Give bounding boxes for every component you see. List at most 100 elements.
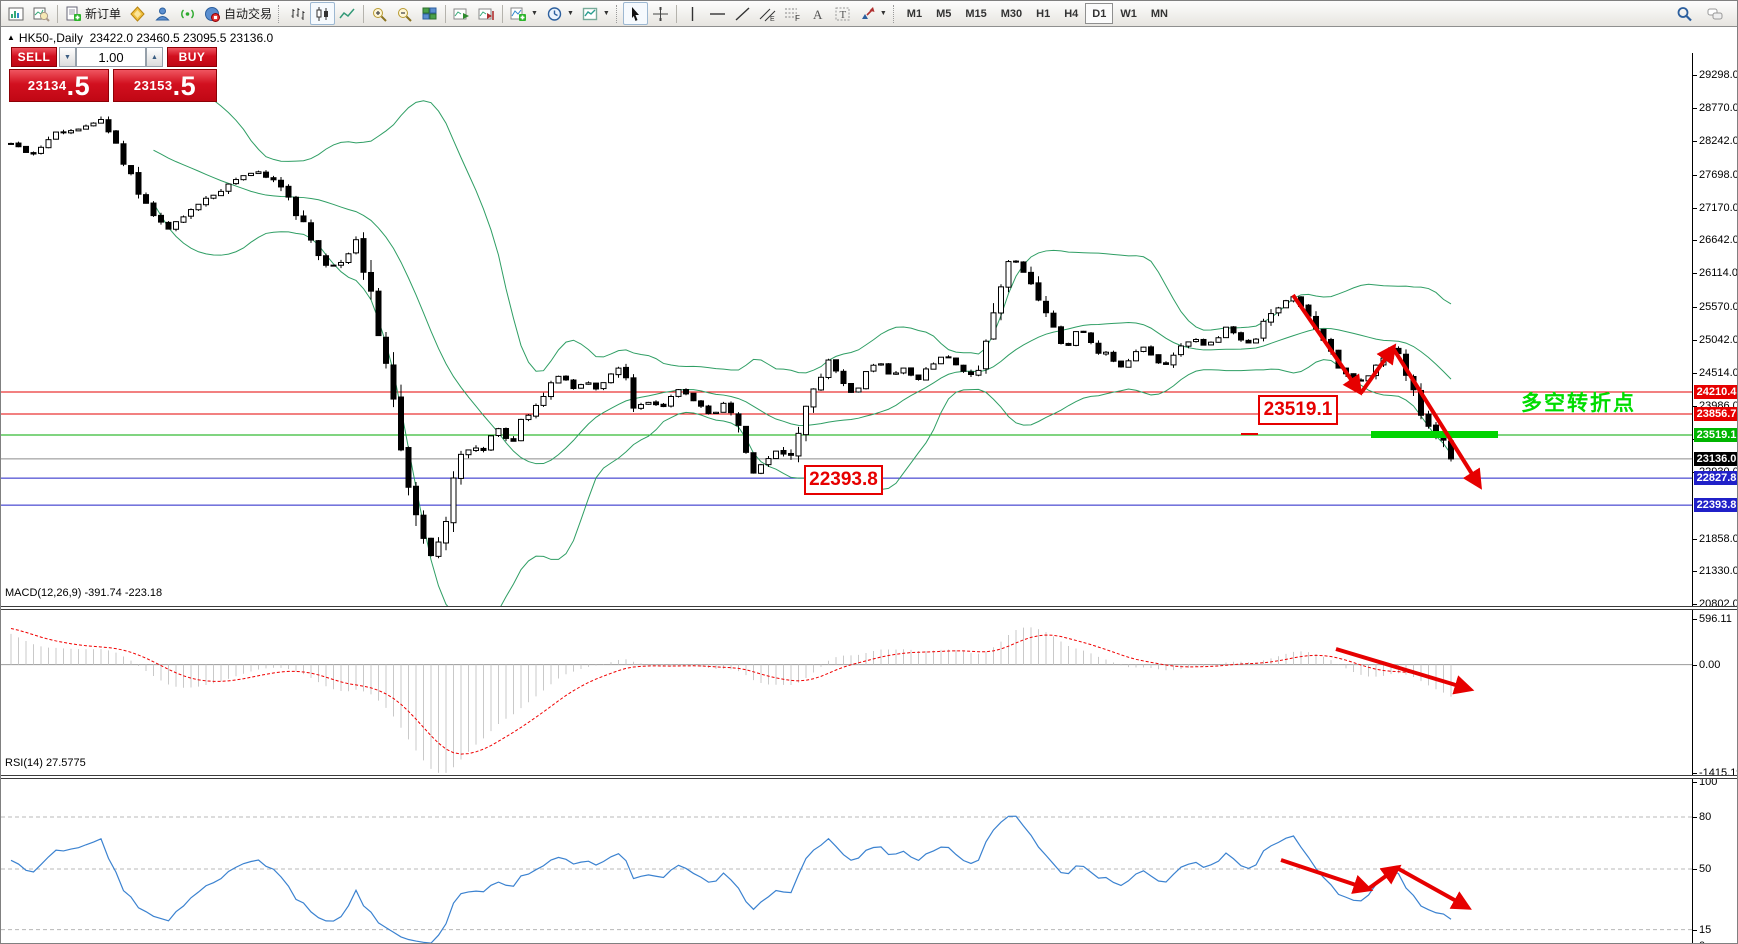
red-trend-arrows[interactable] — [1335, 647, 1475, 695]
tile-windows-button[interactable] — [417, 2, 442, 25]
price-axis-label: 24514.0 — [1699, 367, 1738, 380]
crosshair-button[interactable] — [648, 2, 673, 25]
price-axis-label: 26114.0 — [1699, 267, 1738, 280]
vline-icon — [684, 6, 701, 22]
rsi-pane[interactable] — [1, 779, 1692, 944]
buy-price-int: 23153 — [133, 78, 173, 93]
line-chart-mode-button[interactable] — [335, 2, 360, 25]
price-level-label-22393[interactable]: 22393.8 — [804, 465, 883, 495]
main-chart-pane[interactable] — [1, 53, 1692, 607]
hline-icon — [709, 6, 726, 22]
rsi-axis-label: 15 — [1699, 923, 1712, 936]
price-axis[interactable]: 29298.0 28770.0 28242.0 27698.0 27170.0 26642… — [1692, 53, 1738, 943]
profiles-icon — [33, 6, 50, 22]
vertical-line-button[interactable] — [680, 2, 705, 25]
shapes-icon — [859, 6, 876, 22]
person-icon — [154, 6, 171, 22]
toolbar-separator — [57, 4, 58, 23]
svg-text:E: E — [770, 16, 775, 22]
horizontal-line-button[interactable] — [705, 2, 730, 25]
linechart-icon — [339, 6, 356, 22]
pane-separator-rsi[interactable] — [1, 775, 1737, 779]
zoom-out-button[interactable] — [392, 2, 417, 25]
timeframe-d1-button[interactable]: D1 — [1085, 3, 1114, 24]
volume-decrease-button[interactable]: ▼ — [59, 47, 76, 67]
bars-icon — [289, 6, 306, 22]
sell-button[interactable]: SELL — [11, 47, 57, 67]
new-order-button[interactable]: 新订单 — [61, 2, 125, 25]
timeframe-h1-button[interactable]: H1 — [1029, 3, 1057, 24]
toolbar-separator — [502, 4, 504, 23]
price-axis-label: 27170.0 — [1699, 201, 1738, 214]
autotrading-button[interactable]: 自动交易 — [200, 2, 276, 25]
volume-increase-button[interactable]: ▲ — [146, 47, 163, 67]
neworder-icon — [65, 6, 82, 22]
candlesticks — [8, 116, 1454, 559]
red-trend-arrows[interactable] — [1280, 858, 1472, 910]
text-button[interactable]: A — [805, 2, 830, 25]
terminal-window: 新订单 自动交易 ▼ ▼ ▼ E F A T ▼ M1 M5 M15 M30 H1 H4 D1 W1 MN ▲ HK5… — [0, 0, 1738, 944]
indicators-button[interactable]: ▼ — [506, 2, 542, 25]
bull-bear-turning-point-note[interactable]: 多空转折点 — [1521, 387, 1636, 417]
zoomin-icon — [371, 6, 388, 22]
autoscroll-icon — [453, 6, 470, 22]
arrows-tool-button[interactable]: ▼ — [855, 2, 891, 25]
market-button[interactable] — [150, 2, 175, 25]
svg-text:A: A — [813, 7, 823, 22]
macd-label: MACD(12,26,9) -391.74 -223.18 — [5, 587, 163, 599]
periods-button[interactable]: ▼ — [542, 2, 578, 25]
timeframe-h4-button[interactable]: H4 — [1057, 3, 1085, 24]
collapse-icon[interactable]: ▲ — [7, 33, 15, 42]
timeframe-mn-button[interactable]: MN — [1144, 3, 1175, 24]
templates-button[interactable]: ▼ — [578, 2, 614, 25]
zoomout-icon — [396, 6, 413, 22]
macd-pane[interactable] — [1, 610, 1692, 775]
buy-price-display[interactable]: 23153.5 — [113, 69, 217, 102]
price-level-label-23519[interactable]: 23519.1 — [1258, 395, 1338, 425]
timeframe-m5-button[interactable]: M5 — [929, 3, 958, 24]
bar-chart-mode-button[interactable] — [285, 2, 310, 25]
fibonacci-button[interactable]: F — [780, 2, 805, 25]
search-icon — [1676, 6, 1693, 22]
chat-button[interactable] — [1703, 2, 1728, 25]
pane-separator-macd[interactable] — [1, 606, 1737, 610]
thick-green-support-bar[interactable] — [1371, 431, 1498, 438]
equidistant-channel-button[interactable]: E — [755, 2, 780, 25]
toolbar-separator — [363, 4, 365, 23]
price-axis-label: 26642.0 — [1699, 234, 1738, 247]
sell-price-frac: .5 — [66, 70, 91, 101]
search-button[interactable] — [1672, 2, 1697, 25]
candles-icon — [314, 6, 331, 22]
text-label-button[interactable]: T — [830, 2, 855, 25]
new-chart-button[interactable] — [4, 2, 29, 25]
candlestick-mode-button[interactable] — [310, 2, 336, 25]
metaeditor-icon — [129, 5, 146, 22]
axis-tick — [1693, 817, 1697, 818]
axis-tick — [1693, 307, 1697, 309]
buy-button[interactable]: BUY — [167, 47, 217, 67]
rsi-axis-label: 0 — [1699, 940, 1705, 943]
axis-tick — [1693, 240, 1697, 242]
timeframe-m30-button[interactable]: M30 — [994, 3, 1029, 24]
textA-icon: A — [809, 6, 826, 22]
volume-input[interactable] — [76, 47, 146, 67]
metaeditor-button[interactable] — [125, 2, 150, 25]
trendline-button[interactable] — [730, 2, 755, 25]
profiles-button[interactable] — [29, 2, 54, 25]
chart-shift-button[interactable] — [474, 2, 499, 25]
macd-histogram — [10, 627, 1452, 773]
signals-button[interactable] — [175, 2, 200, 25]
chevron-down-icon: ▼ — [566, 10, 574, 17]
cursor-button[interactable] — [622, 2, 648, 25]
toolbar-separator — [675, 4, 677, 23]
toolbar-drag-handle — [615, 4, 621, 23]
auto-scroll-button[interactable] — [449, 2, 474, 25]
axis-tick — [1693, 373, 1697, 375]
timeframe-m15-button[interactable]: M15 — [958, 3, 993, 24]
chevron-down-icon: ▼ — [531, 10, 538, 17]
sell-price-display[interactable]: 23134.5 — [9, 69, 109, 102]
timeframe-m1-button[interactable]: M1 — [900, 3, 929, 24]
timeframe-w1-button[interactable]: W1 — [1113, 3, 1144, 24]
zoom-in-button[interactable] — [367, 2, 392, 25]
toolbar-separator — [445, 4, 447, 23]
